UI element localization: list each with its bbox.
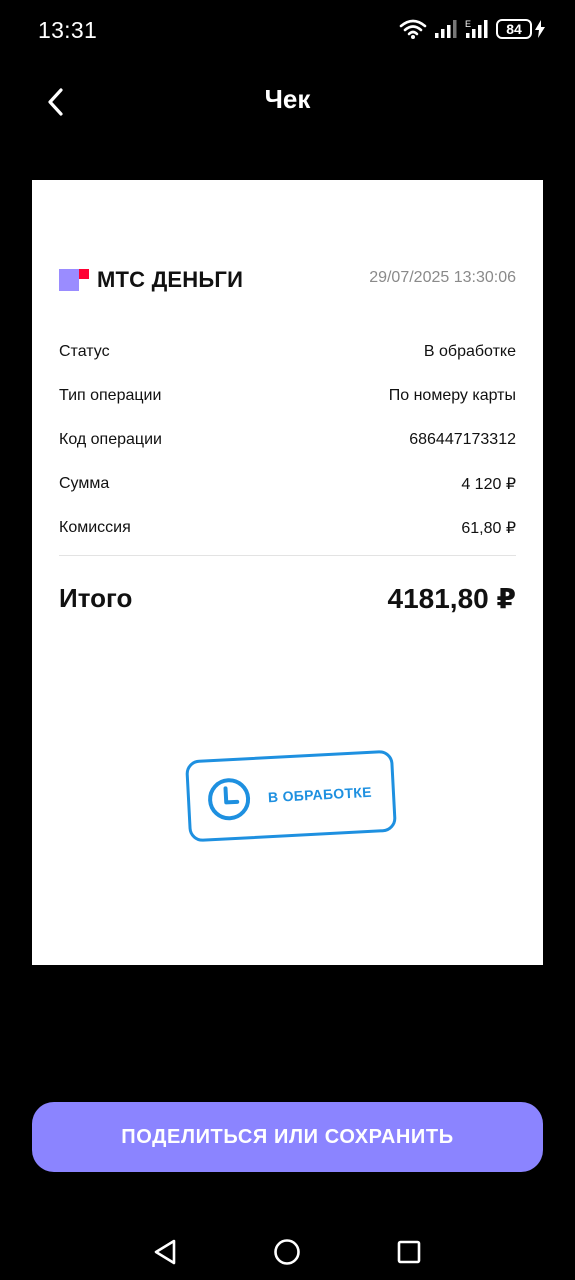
home-circle-icon [274, 1239, 300, 1265]
detail-row-status: Статус В обработке [59, 330, 516, 374]
header: Чек [0, 70, 575, 130]
detail-label: Статус [59, 343, 110, 360]
status-time: 13:31 [38, 17, 98, 43]
detail-label: Сумма [59, 475, 110, 492]
detail-row-operation-type: Тип операции По номеру карты [59, 374, 516, 418]
clock-icon [208, 778, 251, 821]
share-button-label: ПОДЕЛИТЬСЯ ИЛИ СОХРАНИТЬ [121, 1125, 454, 1148]
system-nav-bar [0, 1220, 575, 1280]
detail-row-commission: Комиссия 61,80 ₽ [59, 506, 516, 550]
stamp-text: В ОБРАБОТКЕ [267, 783, 373, 806]
detail-value: 4 120 ₽ [461, 476, 516, 493]
network-label: E [465, 19, 471, 29]
battery-icon: 84 [496, 19, 532, 39]
divider [59, 555, 516, 556]
share-or-save-button[interactable]: ПОДЕЛИТЬСЯ ИЛИ СОХРАНИТЬ [32, 1102, 543, 1172]
brand-logo: МТС ДЕНЬГИ [59, 267, 243, 293]
page-title: Чек [264, 84, 311, 114]
nav-back-button[interactable] [145, 1232, 185, 1272]
receipt-card: МТС ДЕНЬГИ 29/07/2025 13:30:06 Статус В … [32, 180, 543, 965]
back-triangle-icon [154, 1239, 176, 1265]
detail-value: В обработке [423, 343, 516, 360]
signal-icon [435, 20, 457, 38]
detail-value: 61,80 ₽ [461, 520, 516, 537]
status-bar: 13:31 E 84 [0, 0, 575, 60]
total-row: Итого 4181,80 ₽ [59, 582, 516, 615]
wifi-icon [399, 19, 427, 39]
brand-name: МТС ДЕНЬГИ [97, 267, 244, 292]
detail-label: Комиссия [59, 519, 131, 536]
detail-row-operation-code: Код операции 686447173312 [59, 418, 516, 462]
receipt-details: Статус В обработке Тип операции По номер… [59, 330, 516, 550]
recents-square-icon [397, 1240, 421, 1264]
total-value: 4181,80 ₽ [387, 583, 516, 614]
nav-recents-button[interactable] [389, 1232, 429, 1272]
total-label: Итого [59, 583, 133, 613]
receipt-date: 29/07/2025 13:30:06 [369, 269, 516, 286]
detail-value: По номеру карты [388, 387, 516, 404]
nav-home-button[interactable] [267, 1232, 307, 1272]
detail-label: Тип операции [59, 387, 162, 404]
battery-indicator: 84 [496, 19, 545, 39]
detail-row-amount: Сумма 4 120 ₽ [59, 462, 516, 506]
battery-level: 84 [506, 21, 522, 37]
detail-value: 686447173312 [409, 431, 516, 448]
status-icons: E 84 [399, 16, 545, 42]
signal-e-icon: E [465, 19, 488, 38]
mts-logo-icon [59, 269, 89, 291]
processing-stamp: В ОБРАБОТКЕ [184, 749, 398, 843]
detail-label: Код операции [59, 431, 162, 448]
charging-icon [535, 20, 545, 38]
